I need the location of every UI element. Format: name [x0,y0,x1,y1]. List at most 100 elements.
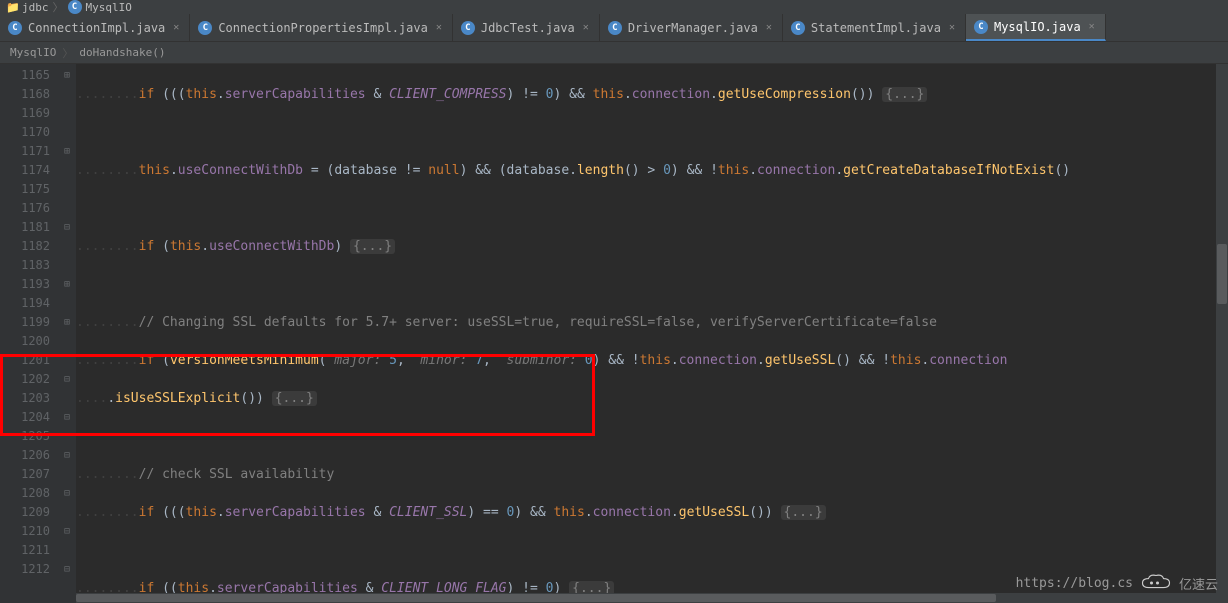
line-number-gutter: 1165 1168 1169 1170 1171 1174 1175 1176 … [0,64,58,603]
tab-drivermanager[interactable]: C DriverManager.java ✕ [600,14,783,41]
class-icon: C [791,21,805,35]
fold-toggle[interactable] [58,503,76,522]
line-number: 1165 [0,66,50,85]
fold-toggle[interactable] [58,104,76,123]
line-number: 1205 [0,427,50,446]
fold-toggle[interactable]: ⊟ [58,560,76,579]
line-number: 1201 [0,351,50,370]
fold-toggle[interactable] [58,351,76,370]
vertical-scrollbar[interactable] [1216,64,1228,603]
tab-connectionimpl[interactable]: C ConnectionImpl.java ✕ [0,14,190,41]
scrollbar-thumb[interactable] [1217,244,1227,304]
fold-gutter: ⊞ ⊞ ⊟ ⊞ ⊞ ⊟ ⊟ ⊟ ⊟ ⊟ ⊟ [58,64,76,603]
breadcrumb-item[interactable]: MysqlIO [86,1,132,14]
breadcrumb-method[interactable]: doHandshake() [79,46,165,59]
editor-tabs: C ConnectionImpl.java ✕ C ConnectionPropert… [0,14,1228,42]
tab-mysqlio[interactable]: C MysqlIO.java ✕ [966,14,1106,41]
tab-jdbctest[interactable]: C JdbcTest.java ✕ [453,14,600,41]
line-number: 1194 [0,294,50,313]
scrollbar-thumb[interactable] [76,594,996,602]
line-number: 1182 [0,237,50,256]
tab-connectionpropertiesimpl[interactable]: C ConnectionPropertiesImpl.java ✕ [190,14,453,41]
close-icon[interactable]: ✕ [1087,21,1097,32]
fold-toggle[interactable]: ⊞ [58,142,76,161]
fold-toggle[interactable] [58,579,76,598]
watermark-text: https://blog.cs [1016,576,1133,591]
line-number: 1212 [0,560,50,579]
line-number: 1170 [0,123,50,142]
tab-label: ConnectionPropertiesImpl.java [218,21,428,35]
line-number: 1209 [0,503,50,522]
line-number: 1203 [0,389,50,408]
close-icon[interactable]: ✕ [434,22,444,33]
line-number: 1200 [0,332,50,351]
line-number: 1193 [0,275,50,294]
fold-toggle[interactable]: ⊟ [58,218,76,237]
breadcrumb-item[interactable]: jdbc [22,1,49,14]
class-icon: C [198,21,212,35]
line-number: 1206 [0,446,50,465]
tab-label: ConnectionImpl.java [28,21,165,35]
cloud-logo-icon [1141,573,1171,593]
line-number: 1171 [0,142,50,161]
fold-toggle[interactable]: ⊟ [58,408,76,427]
breadcrumb-separator: 〉 [53,0,64,15]
close-icon[interactable]: ✕ [171,22,181,33]
line-number: 1169 [0,104,50,123]
class-icon: C [974,20,988,34]
line-number: 1176 [0,199,50,218]
fold-toggle[interactable]: ⊞ [58,313,76,332]
line-number: 1210 [0,522,50,541]
folder-icon: 📁 [6,1,18,13]
class-icon: C [8,21,22,35]
fold-toggle[interactable] [58,123,76,142]
fold-toggle[interactable]: ⊟ [58,522,76,541]
class-icon: C [461,21,475,35]
tab-label: StatementImpl.java [811,21,941,35]
fold-toggle[interactable] [58,541,76,560]
fold-toggle[interactable] [58,180,76,199]
fold-toggle[interactable]: ⊟ [58,446,76,465]
watermark: https://blog.cs 亿速云 [1016,573,1218,593]
line-number: 1183 [0,256,50,275]
close-icon[interactable]: ✕ [764,22,774,33]
line-number: 1168 [0,85,50,104]
breadcrumb-class[interactable]: MysqlIO [10,46,56,59]
fold-toggle[interactable]: ⊟ [58,484,76,503]
fold-toggle[interactable] [58,85,76,104]
fold-toggle[interactable]: ⊟ [58,370,76,389]
line-number: 1181 [0,218,50,237]
top-breadcrumb: 📁 jdbc 〉 C MysqlIO [0,0,1228,14]
fold-toggle[interactable] [58,389,76,408]
class-icon: C [68,0,82,14]
fold-toggle[interactable] [58,465,76,484]
fold-toggle[interactable] [58,199,76,218]
line-number: 1204 [0,408,50,427]
code-editor[interactable]: 1165 1168 1169 1170 1171 1174 1175 1176 … [0,64,1228,603]
fold-toggle[interactable] [58,237,76,256]
fold-toggle[interactable]: ⊞ [58,275,76,294]
close-icon[interactable]: ✕ [947,22,957,33]
fold-toggle[interactable] [58,427,76,446]
breadcrumb-separator: 〉 [62,45,73,61]
tab-label: DriverManager.java [628,21,758,35]
line-number: 1199 [0,313,50,332]
code-content[interactable]: ........if (((this.serverCapabilities & … [76,64,1228,603]
class-icon: C [608,21,622,35]
fold-toggle[interactable] [58,161,76,180]
watermark-brand: 亿速云 [1179,574,1218,593]
line-number: 1208 [0,484,50,503]
code-breadcrumb: MysqlIO 〉 doHandshake() [0,42,1228,64]
tab-statementimpl[interactable]: C StatementImpl.java ✕ [783,14,966,41]
tab-label: MysqlIO.java [994,20,1081,34]
line-number: 1174 [0,161,50,180]
fold-toggle[interactable] [58,294,76,313]
fold-toggle[interactable] [58,256,76,275]
tab-label: JdbcTest.java [481,21,575,35]
close-icon[interactable]: ✕ [581,22,591,33]
fold-toggle[interactable] [58,332,76,351]
horizontal-scrollbar[interactable] [76,593,1216,603]
line-number: 1175 [0,180,50,199]
line-number: 1202 [0,370,50,389]
fold-toggle[interactable]: ⊞ [58,66,76,85]
